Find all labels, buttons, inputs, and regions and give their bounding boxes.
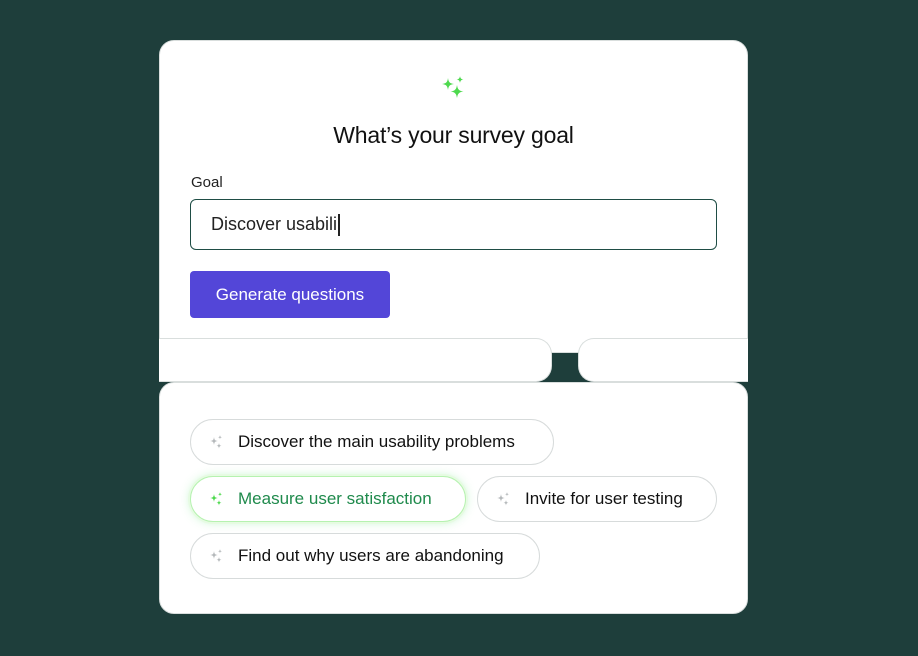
suggestion-chip[interactable]: Invite for user testing (477, 476, 717, 522)
sparkle-icon (497, 492, 509, 506)
connector-left (159, 338, 552, 382)
sparkle-icon (210, 435, 222, 449)
suggestion-label: Measure user satisfaction (238, 489, 432, 508)
suggestion-label: Discover the main usability problems (238, 432, 515, 451)
sparkle-icon (210, 492, 222, 506)
suggestion-label: Invite for user testing (525, 489, 683, 508)
suggestion-chip-selected[interactable]: Measure user satisfaction (190, 476, 466, 522)
goal-input[interactable]: Discover usabili (190, 199, 717, 250)
suggestion-chip[interactable]: Find out why users are abandoning (190, 533, 540, 579)
generate-questions-button[interactable]: Generate questions (190, 271, 390, 318)
connector-right (578, 338, 748, 382)
goal-input-value: Discover usabili (211, 214, 338, 234)
goal-field-label: Goal (191, 174, 223, 191)
suggestion-chip[interactable]: Discover the main usability problems (190, 419, 554, 465)
sparkle-icon (210, 549, 222, 563)
sparkles-icon (442, 76, 464, 98)
text-caret (338, 213, 340, 236)
page-title: What’s your survey goal (333, 122, 574, 148)
suggestion-label: Find out why users are abandoning (238, 546, 504, 565)
